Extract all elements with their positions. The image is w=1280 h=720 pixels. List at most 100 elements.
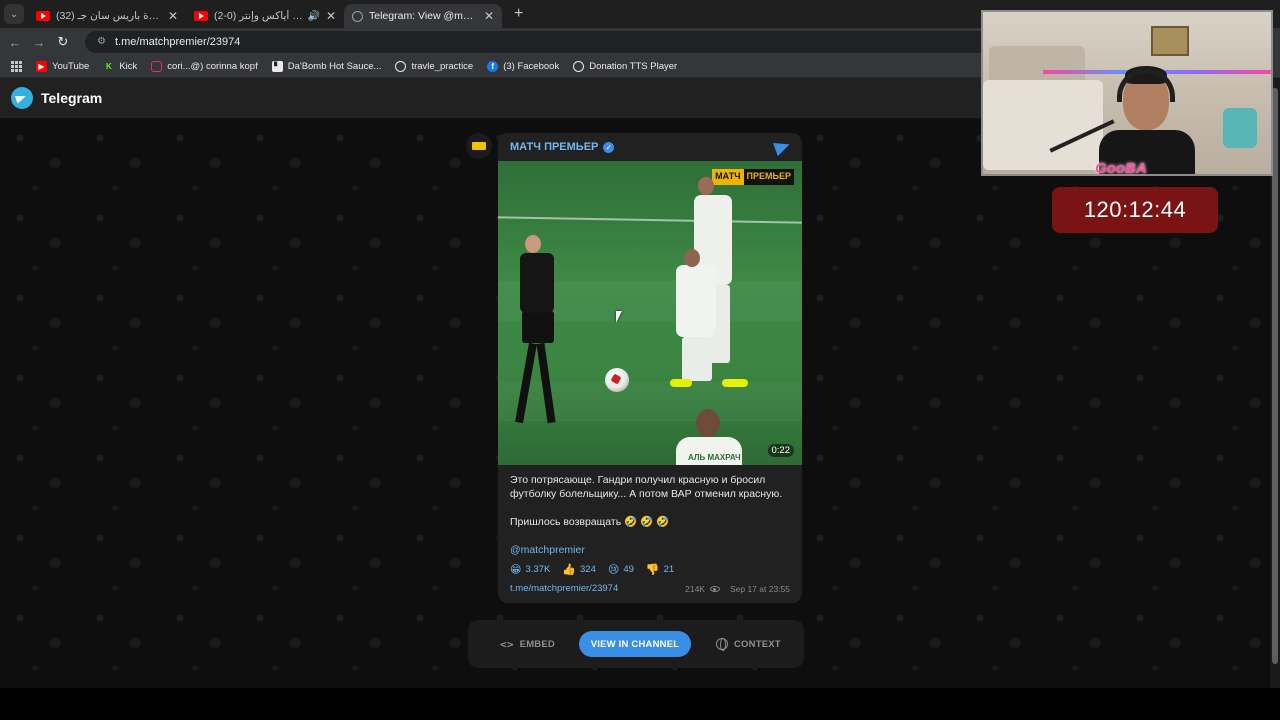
eye-icon: [709, 586, 720, 592]
youtube-icon: [194, 11, 208, 21]
tab-ajax-inter[interactable]: ملخص مباراة أياكس وإنتر (0-2) | 🔊 ✕: [186, 4, 344, 28]
kick-icon: K: [105, 62, 112, 71]
player-figure: [676, 265, 716, 337]
bookmark-youtube[interactable]: ▶ YouTube: [36, 61, 89, 72]
tab-search-button[interactable]: ⌄: [4, 4, 24, 24]
telegram-logo-icon[interactable]: [11, 87, 33, 109]
context-button[interactable]: CONTEXT: [716, 638, 781, 651]
back-icon[interactable]: ←: [3, 35, 27, 50]
reload-icon[interactable]: ↻: [51, 34, 75, 50]
bookmark-travle[interactable]: travle_practice: [395, 61, 473, 72]
close-icon[interactable]: ✕: [168, 9, 178, 23]
code-icon: <>: [500, 637, 514, 651]
globe-icon: [573, 61, 585, 72]
close-icon[interactable]: ✕: [326, 9, 336, 23]
stream-logo: GooBA: [1095, 160, 1147, 176]
youtube-icon: [36, 11, 50, 21]
verified-icon: ✓: [603, 141, 615, 153]
chair: [1223, 108, 1257, 148]
apps-grid-icon[interactable]: [11, 61, 22, 72]
tab-title: (32) ملخص مباراة باريس سان جـ: [56, 10, 162, 22]
taskbar-strip: [0, 688, 1280, 720]
referee-figure: [520, 253, 554, 313]
compass-icon: [395, 61, 407, 72]
bed: [983, 80, 1103, 170]
player-figure: [696, 409, 720, 437]
post-actions-bar: <> EMBED VIEW IN CHANNEL CONTEXT: [468, 620, 804, 668]
video-player[interactable]: МАТЧ ПРЕМЬЕР АЛЬ МАХРАЧ 0:22: [498, 161, 802, 465]
brand-badge-part: МАТЧ: [712, 169, 744, 185]
tab-title: ملخص مباراة أياكس وإنتر (0-2) |: [214, 10, 303, 22]
embed-button[interactable]: <> EMBED: [500, 638, 555, 651]
grin-emoji-icon: 😁: [510, 564, 522, 576]
speaker-icon[interactable]: 🔊: [307, 11, 319, 22]
sad-emoji-icon: 😢: [607, 564, 620, 576]
reaction-count: 3.37K: [525, 564, 551, 575]
reaction-grin[interactable]: 😁 3.37K: [510, 563, 550, 576]
telegram-title[interactable]: Telegram: [41, 90, 102, 106]
channel-logo-icon: [472, 142, 486, 150]
reaction-count: 21: [663, 564, 675, 575]
thumbs-down-emoji-icon: 👎: [645, 564, 660, 576]
reaction-sad[interactable]: 😢 49: [608, 563, 634, 576]
bookmark-instagram[interactable]: cori...@) corinna kopf: [151, 61, 258, 72]
football: [605, 368, 629, 392]
bookmark-label: YouTube: [52, 61, 90, 72]
view-in-channel-button[interactable]: VIEW IN CHANNEL: [579, 631, 691, 657]
post-card: МАТЧ ПРЕМЬЕР ✓ МАТЧ ПРЕМЬЕР АЛЬ МАХРАЧ 0…: [498, 133, 802, 603]
channel-mention-link[interactable]: @matchpremier: [510, 544, 585, 556]
context-label: CONTEXT: [734, 638, 781, 650]
tab-title: Telegram: View @matchpremi: [369, 10, 478, 22]
url-text: t.me/matchpremier/23974: [115, 36, 241, 48]
post-link[interactable]: t.me/matchpremier/23974: [510, 583, 618, 594]
globe-icon: [716, 638, 728, 651]
post-meta: 214K Sep 17 at 23:55: [685, 584, 790, 594]
bookmark-label: (3) Facebook: [503, 61, 560, 72]
bookmark-label: Kick: [119, 61, 138, 72]
bookmark-icon: ▘: [271, 61, 283, 72]
wall-picture: [1151, 26, 1189, 56]
globe-icon: [352, 10, 363, 22]
youtube-icon: ▶: [36, 61, 47, 72]
tab-psg[interactable]: (32) ملخص مباراة باريس سان جـ ✕: [28, 4, 186, 28]
player-figure: [698, 177, 714, 195]
mouse-cursor-icon: [616, 311, 622, 323]
channel-name[interactable]: МАТЧ ПРЕМЬЕР: [510, 141, 598, 153]
address-bar[interactable]: ⚙ t.me/matchpremier/23974: [85, 31, 1025, 53]
jersey-text: АЛЬ МАХРАЧ: [688, 453, 741, 462]
post-text: Это потрясающе. Гандри получил красную и…: [510, 474, 783, 528]
bookmark-hot-sauce[interactable]: ▘ Da'Bomb Hot Sauce...: [271, 61, 382, 72]
bookmark-facebook[interactable]: f (3) Facebook: [487, 61, 559, 72]
bookmark-kick[interactable]: K Kick: [103, 61, 137, 72]
post-date: Sep 17 at 23:55: [729, 584, 790, 594]
forward-icon[interactable]: →: [27, 35, 51, 50]
reactions-row: 😁 3.37K 👍 324 😢 49 👎 21: [510, 563, 686, 576]
embed-label: EMBED: [519, 638, 555, 650]
bookmark-label: cori...@) corinna kopf: [167, 61, 258, 72]
reaction-count: 324: [580, 564, 596, 575]
player-figure: [682, 337, 712, 381]
subathon-timer: 120:12:44: [1052, 187, 1218, 233]
bookmark-donation[interactable]: Donation TTS Player: [573, 61, 677, 72]
pitch-line: [498, 216, 802, 224]
instagram-icon: [151, 61, 163, 72]
close-icon[interactable]: ✕: [484, 9, 494, 23]
bookmark-label: Donation TTS Player: [589, 61, 678, 72]
player-figure: [722, 379, 748, 387]
player-figure: [670, 379, 692, 387]
reaction-thumbs-up[interactable]: 👍 324: [562, 563, 596, 576]
player-figure: [684, 249, 700, 267]
thumbs-up-emoji-icon: 👍: [562, 564, 576, 576]
view-count: 214K: [685, 584, 705, 594]
post-header: МАТЧ ПРЕМЬЕР ✓: [498, 133, 802, 161]
video-duration: 0:22: [767, 444, 794, 457]
channel-avatar[interactable]: [466, 133, 492, 159]
match-premier-logo: МАТЧ ПРЕМЬЕР: [712, 169, 794, 185]
webcam-overlay: GooBA: [981, 10, 1273, 176]
tab-telegram[interactable]: Telegram: View @matchpremi ✕: [344, 4, 502, 28]
new-tab-button[interactable]: +: [514, 5, 523, 23]
reaction-thumbs-down[interactable]: 👎 21: [646, 563, 674, 576]
bookmark-label: Da'Bomb Hot Sauce...: [287, 61, 382, 72]
referee-figure: [525, 235, 541, 253]
site-info-icon[interactable]: ⚙: [97, 37, 107, 47]
